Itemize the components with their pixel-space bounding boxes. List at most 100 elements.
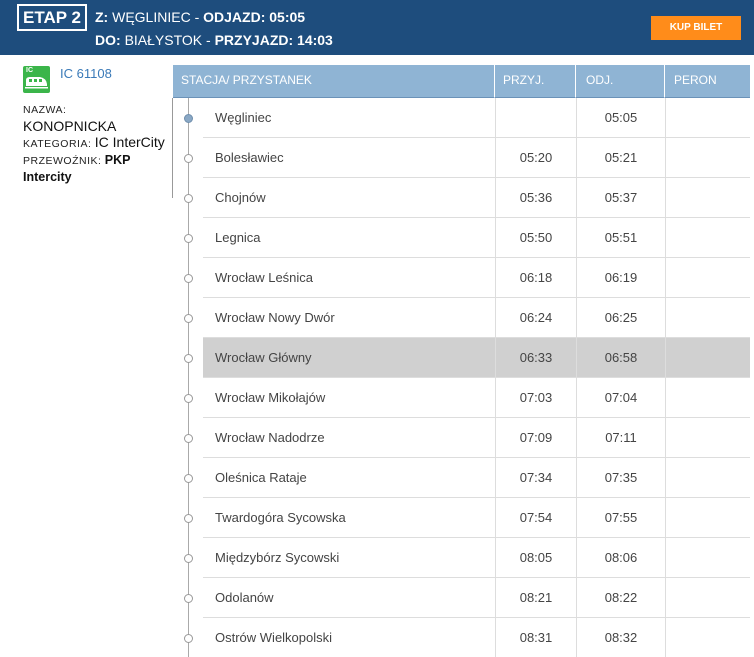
arrival-time: 06:24: [495, 298, 576, 338]
arrival-time: 07:09: [495, 418, 576, 458]
arrival-time: 08:31: [495, 618, 576, 657]
platform: [665, 338, 750, 378]
arrival-time: 07:54: [495, 498, 576, 538]
table-row: Legnica 05:50 05:51: [184, 218, 750, 258]
arrival-time: [495, 98, 576, 138]
table-row: Wrocław Nowy Dwór 06:24 06:25: [184, 298, 750, 338]
stop-marker-icon: [184, 274, 193, 283]
buy-ticket-button[interactable]: KUP BILET: [651, 16, 741, 40]
table-row-highlighted: Wrocław Główny 06:33 06:58: [184, 338, 750, 378]
intercity-train-icon: IC: [23, 66, 50, 93]
departure-time: 07:04: [576, 378, 665, 418]
platform: [665, 458, 750, 498]
column-header-departure: ODJ.: [576, 65, 665, 98]
arrival-time: 05:36: [495, 178, 576, 218]
table-row: Węgliniec 05:05: [184, 98, 750, 138]
platform: [665, 618, 750, 657]
arrival-time: 06:33: [495, 338, 576, 378]
table-row: Odolanów 08:21 08:22: [184, 578, 750, 618]
arrival-time: 14:03: [297, 32, 333, 48]
station-name: Twardogóra Sycowska: [215, 510, 346, 525]
platform: [665, 298, 750, 338]
route-timeline: [188, 98, 189, 657]
station-name: Wrocław Nadodrze: [215, 430, 325, 445]
platform: [665, 498, 750, 538]
stop-marker-icon: [184, 354, 193, 363]
departure-time: 07:11: [576, 418, 665, 458]
arrival-time: 08:21: [495, 578, 576, 618]
name-label: NAZWA:: [23, 104, 67, 116]
stage-badge: ETAP 2: [17, 4, 87, 31]
departure-time: 05:37: [576, 178, 665, 218]
panel-divider: [172, 98, 173, 198]
train-name: KONOPNICKA: [23, 118, 117, 134]
departure-label: ODJAZD:: [203, 9, 266, 25]
route-separator: -: [194, 9, 200, 25]
platform: [665, 138, 750, 178]
platform: [665, 98, 750, 138]
platform: [665, 378, 750, 418]
station-name: Legnica: [215, 230, 261, 245]
table-row: Ostrów Wielkopolski 08:31 08:32: [184, 618, 750, 657]
departure-time: 06:19: [576, 258, 665, 298]
category-label: KATEGORIA:: [23, 138, 92, 150]
stop-marker-icon: [184, 154, 193, 163]
arrival-time: 07:34: [495, 458, 576, 498]
route-separator: -: [206, 32, 211, 48]
station-name: Bolesławiec: [215, 150, 284, 165]
arrival-time: 07:03: [495, 378, 576, 418]
stop-marker-icon: [184, 594, 193, 603]
station-name: Chojnów: [215, 190, 266, 205]
stop-marker-icon: [184, 514, 193, 523]
stop-marker-icon: [184, 634, 193, 643]
train-details: NAZWA: KONOPNICKA KATEGORIA: IC InterCit…: [23, 102, 173, 185]
timetable-header: STACJA/ PRZYSTANEK PRZYJ. ODJ. PERON: [173, 65, 750, 98]
platform: [665, 538, 750, 578]
platform: [665, 258, 750, 298]
stop-marker-icon: [184, 234, 193, 243]
arrival-time: 05:20: [495, 138, 576, 178]
stop-marker-icon: [184, 434, 193, 443]
departure-time: 07:55: [576, 498, 665, 538]
station-name: Wrocław Leśnica: [215, 270, 314, 285]
column-header-platform: PERON: [665, 65, 750, 98]
departure-time: 07:35: [576, 458, 665, 498]
departure-time: 05:05: [576, 98, 665, 138]
station-name: Odolanów: [215, 590, 274, 605]
ic-badge-text: IC: [26, 67, 33, 74]
station-name: Wrocław Główny: [215, 350, 312, 365]
table-row: Oleśnica Rataje 07:34 07:35: [184, 458, 750, 498]
station-name: Międzybórz Sycowski: [215, 550, 340, 565]
to-station: BIAŁYSTOK: [124, 32, 203, 48]
stop-marker-icon: [184, 554, 193, 563]
train-number-link[interactable]: IC 61108: [60, 66, 112, 81]
from-label: Z:: [95, 9, 109, 25]
platform: [665, 418, 750, 458]
train-category: IC InterCity: [94, 134, 165, 150]
stop-marker-icon: [184, 314, 193, 323]
table-row: Wrocław Nadodrze 07:09 07:11: [184, 418, 750, 458]
departure-time: 05:05: [269, 9, 306, 25]
departure-time: 08:06: [576, 538, 665, 578]
stop-marker-icon: [184, 474, 193, 483]
platform: [665, 578, 750, 618]
station-name: Wrocław Mikołajów: [215, 390, 326, 405]
departure-time: 05:21: [576, 138, 665, 178]
station-name: Wrocław Nowy Dwór: [215, 310, 335, 325]
stop-marker-icon: [184, 114, 193, 123]
arrival-time: 08:05: [495, 538, 576, 578]
table-row: Wrocław Leśnica 06:18 06:19: [184, 258, 750, 298]
page-header: ETAP 2 Z: WĘGLINIEC - ODJAZD: 05:05 DO: …: [0, 0, 754, 55]
station-name: Ostrów Wielkopolski: [215, 630, 333, 645]
departure-time: 08:32: [576, 618, 665, 657]
table-row: Twardogóra Sycowska 07:54 07:55: [184, 498, 750, 538]
station-name: Węgliniec: [215, 110, 272, 125]
table-row: Chojnów 05:36 05:37: [184, 178, 750, 218]
stop-marker-icon: [184, 194, 193, 203]
table-row: Międzybórz Sycowski 08:05 08:06: [184, 538, 750, 578]
departure-time: 05:51: [576, 218, 665, 258]
to-label: DO:: [95, 32, 121, 48]
route-to: DO: BIAŁYSTOK - PRZYJAZD: 14:03: [95, 32, 333, 48]
arrival-time: 06:18: [495, 258, 576, 298]
carrier-label: PRZEWOŹNIK:: [23, 155, 102, 167]
